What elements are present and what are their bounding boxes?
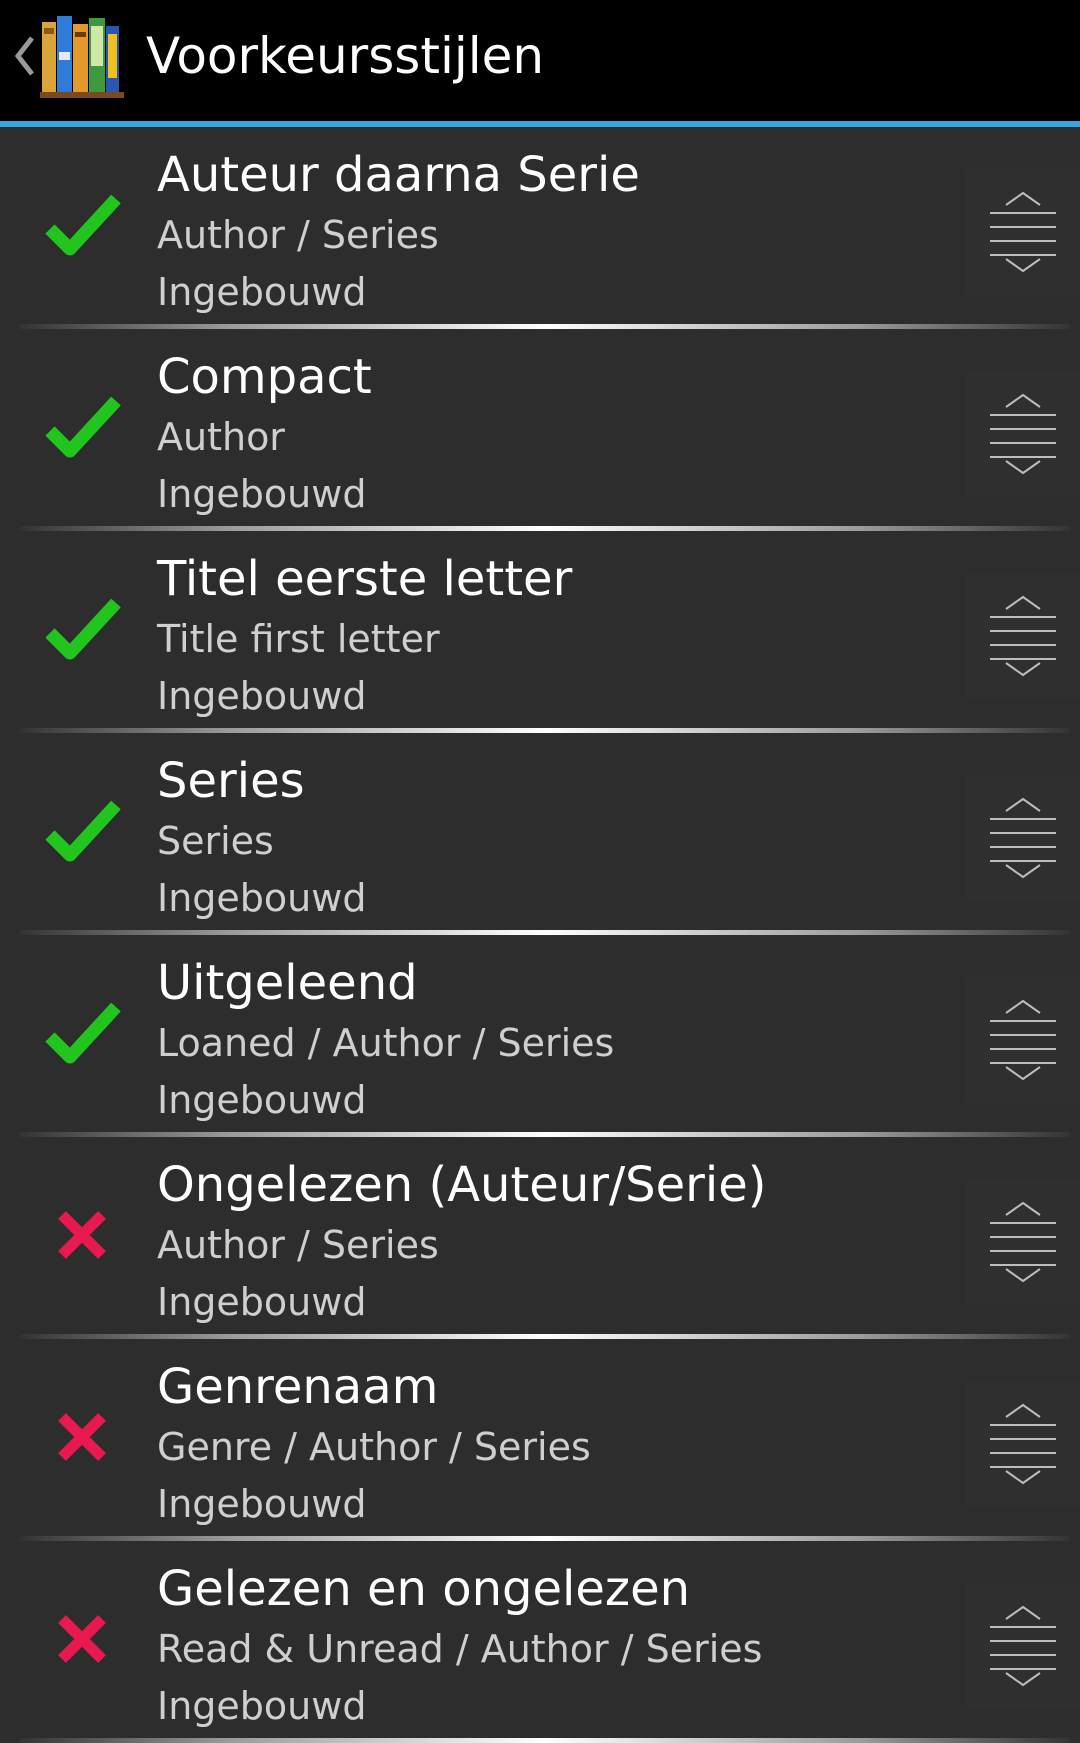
style-title: Compact xyxy=(157,349,372,405)
drag-handle-icon xyxy=(990,595,1056,677)
style-item[interactable]: Titel eerste letter Title first letter I… xyxy=(0,531,1080,733)
action-bar: Voorkeursstijlen xyxy=(0,0,1080,121)
drag-handle-icon xyxy=(990,191,1056,273)
style-groups: Author xyxy=(157,415,285,459)
list-item-texts: Genrenaam Genre / Author / Series Ingebo… xyxy=(157,1357,937,1530)
drag-handle[interactable] xyxy=(966,1179,1080,1305)
style-groups: Title first letter xyxy=(157,617,440,661)
style-item[interactable]: Compact Author Ingebouwd xyxy=(0,329,1080,531)
style-groups: Loaned / Author / Series xyxy=(157,1021,615,1065)
style-item[interactable]: Series Series Ingebouwd xyxy=(0,733,1080,935)
drag-handle-icon xyxy=(990,1605,1056,1687)
style-item[interactable]: Auteur daarna Serie Author / Series Inge… xyxy=(0,127,1080,329)
drag-handle[interactable] xyxy=(966,169,1080,295)
style-title: Uitgeleend xyxy=(157,955,418,1011)
row-divider xyxy=(20,1738,1070,1743)
style-groups: Series xyxy=(157,819,274,863)
style-groups: Genre / Author / Series xyxy=(157,1425,591,1469)
list-item-texts: Gelezen en ongelezen Read & Unread / Aut… xyxy=(157,1559,937,1732)
style-title: Auteur daarna Serie xyxy=(157,147,640,203)
style-item[interactable]: Genrenaam Genre / Author / Series Ingebo… xyxy=(0,1339,1080,1541)
style-groups: Author / Series xyxy=(157,1223,439,1267)
drag-handle[interactable] xyxy=(966,775,1080,901)
style-title: Genrenaam xyxy=(157,1359,439,1415)
checkmark-icon[interactable] xyxy=(44,187,124,267)
style-item[interactable]: Uitgeleend Loaned / Author / Series Inge… xyxy=(0,935,1080,1137)
list-item-texts: Auteur daarna Serie Author / Series Inge… xyxy=(157,145,937,318)
style-kind: Ingebouwd xyxy=(157,270,367,314)
list-item-texts: Series Series Ingebouwd xyxy=(157,751,937,924)
style-kind: Ingebouwd xyxy=(157,674,367,718)
drag-handle-icon xyxy=(990,393,1056,475)
list-item-texts: Compact Author Ingebouwd xyxy=(157,347,937,520)
style-groups: Author / Series xyxy=(157,213,439,257)
drag-handle[interactable] xyxy=(966,573,1080,699)
page-title: Voorkeursstijlen xyxy=(146,27,545,85)
style-kind: Ingebouwd xyxy=(157,1684,367,1728)
drag-handle-icon xyxy=(990,1403,1056,1485)
drag-handle[interactable] xyxy=(966,1583,1080,1709)
style-kind: Ingebouwd xyxy=(157,876,367,920)
checkmark-icon[interactable] xyxy=(44,591,124,671)
style-kind: Ingebouwd xyxy=(157,1078,367,1122)
drag-handle[interactable] xyxy=(966,977,1080,1103)
cross-icon[interactable] xyxy=(44,1399,124,1479)
list-item-texts: Titel eerste letter Title first letter I… xyxy=(157,549,937,722)
chevron-left-icon[interactable] xyxy=(8,26,38,86)
style-groups: Read & Unread / Author / Series xyxy=(157,1627,763,1671)
drag-handle-icon xyxy=(990,999,1056,1081)
bookshelf-icon[interactable] xyxy=(40,12,128,98)
checkmark-icon[interactable] xyxy=(44,995,124,1075)
style-item[interactable]: Ongelezen (Auteur/Serie) Author / Series… xyxy=(0,1137,1080,1339)
style-list: Auteur daarna Serie Author / Series Inge… xyxy=(0,127,1080,1743)
drag-handle[interactable] xyxy=(966,1381,1080,1507)
style-title: Series xyxy=(157,753,305,809)
style-title: Gelezen en ongelezen xyxy=(157,1561,691,1617)
style-kind: Ingebouwd xyxy=(157,1280,367,1324)
checkmark-icon[interactable] xyxy=(44,389,124,469)
style-title: Ongelezen (Auteur/Serie) xyxy=(157,1157,767,1213)
list-item-texts: Uitgeleend Loaned / Author / Series Inge… xyxy=(157,953,937,1126)
list-item-texts: Ongelezen (Auteur/Serie) Author / Series… xyxy=(157,1155,937,1328)
style-kind: Ingebouwd xyxy=(157,1482,367,1526)
drag-handle-icon xyxy=(990,797,1056,879)
style-kind: Ingebouwd xyxy=(157,472,367,516)
cross-icon[interactable] xyxy=(44,1197,124,1277)
drag-handle[interactable] xyxy=(966,371,1080,497)
style-item[interactable]: Gelezen en ongelezen Read & Unread / Aut… xyxy=(0,1541,1080,1743)
drag-handle-icon xyxy=(990,1201,1056,1283)
checkmark-icon[interactable] xyxy=(44,793,124,873)
style-title: Titel eerste letter xyxy=(157,551,573,607)
cross-icon[interactable] xyxy=(44,1601,124,1681)
